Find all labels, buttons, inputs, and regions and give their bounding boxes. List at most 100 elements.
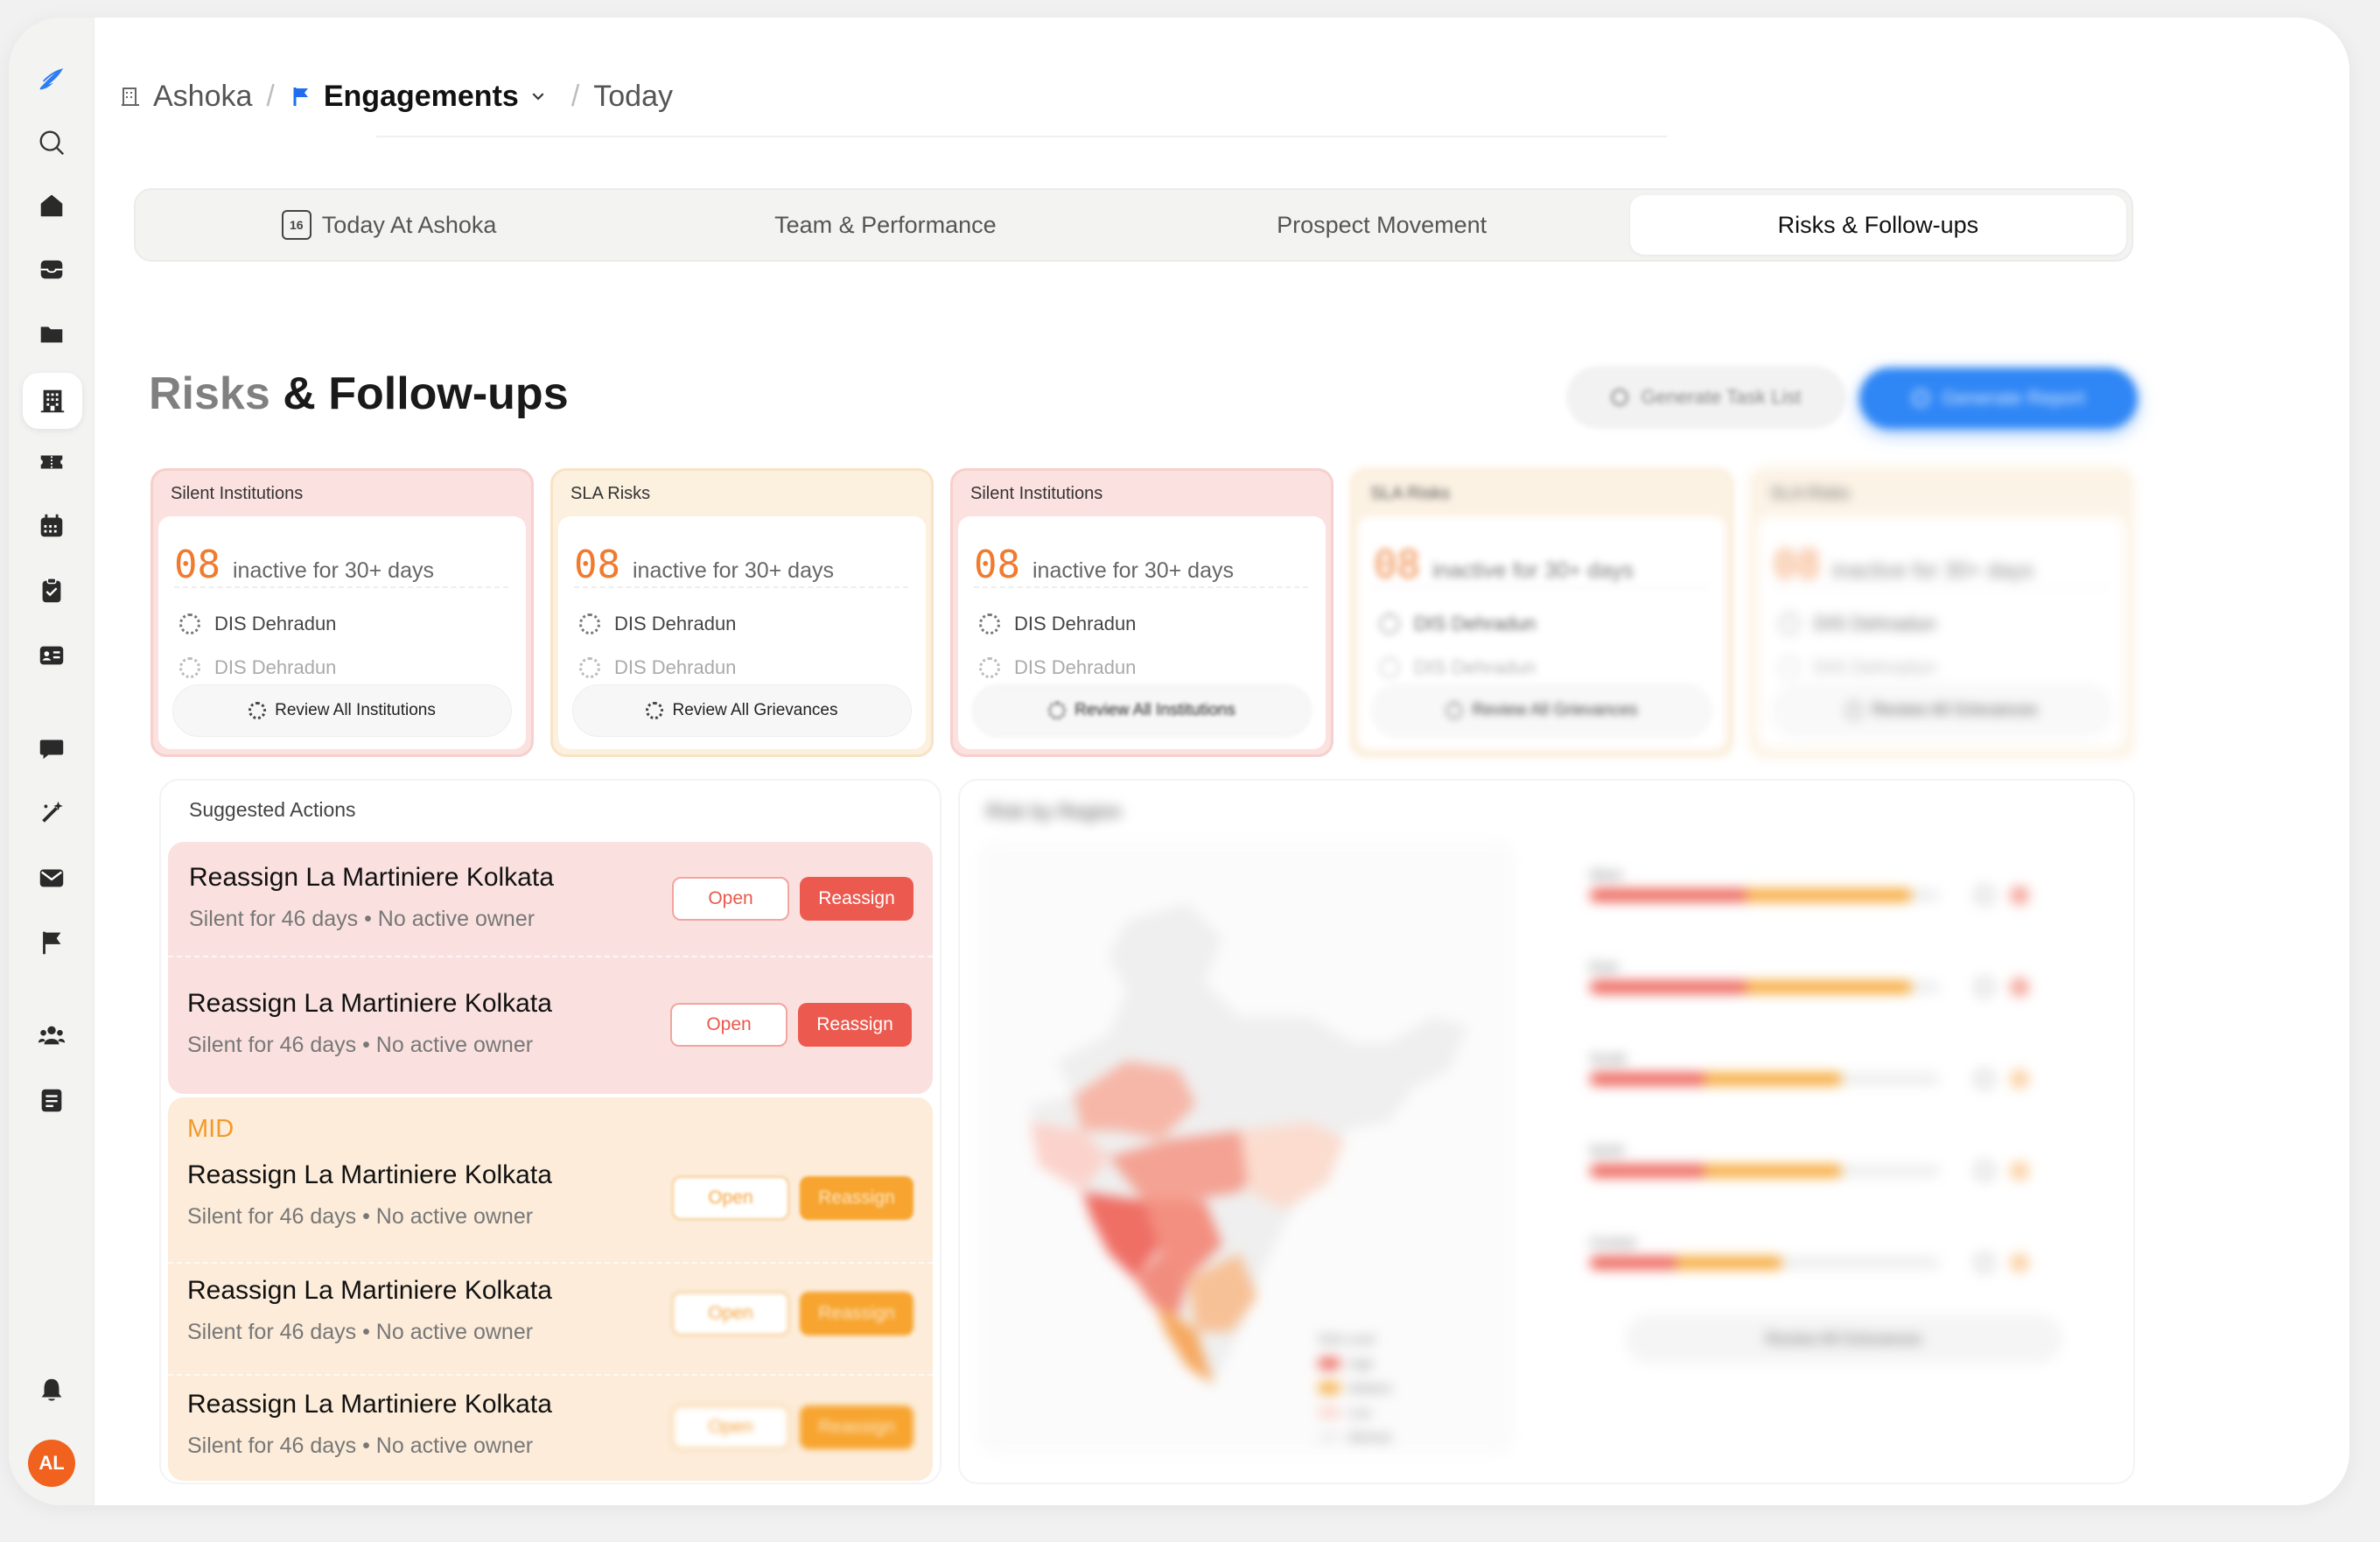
review-all-institutions-button[interactable]: Review All Institutions: [972, 684, 1312, 737]
institution-item[interactable]: DIS Dehradun: [1379, 613, 1536, 635]
mail-icon[interactable]: [32, 858, 72, 898]
risk-card-title: SLA Risks: [570, 483, 651, 503]
home-icon[interactable]: [32, 186, 72, 226]
region-bar-row[interactable]: South: [1590, 1052, 2097, 1113]
clipboard-check-icon[interactable]: [32, 571, 72, 611]
open-button[interactable]: Open: [672, 877, 789, 921]
tab-prospect-movement[interactable]: Prospect Movement: [1134, 195, 1630, 255]
bar-fill-high: [1590, 1165, 1705, 1177]
ticket-icon[interactable]: [32, 442, 72, 482]
review-all-grievances-button[interactable]: Review All Grievances: [1772, 684, 2111, 737]
flag-icon[interactable]: [32, 922, 72, 963]
view-tabs: 16 Today At Ashoka Team & Performance Pr…: [134, 188, 2133, 262]
institution-item[interactable]: DIS Dehradun: [179, 613, 336, 635]
open-button[interactable]: Open: [672, 1292, 789, 1335]
alert-icon[interactable]: [2010, 886, 2029, 905]
institution-item[interactable]: DIS Dehradun: [1779, 656, 1936, 679]
risk-stat: 08 inactive for 30+ days: [174, 543, 508, 588]
generate-task-list-button[interactable]: Generate Task List: [1566, 366, 1846, 429]
contact-card-icon[interactable]: [32, 635, 72, 676]
view-icon[interactable]: [1975, 886, 1994, 905]
review-all-grievances-button[interactable]: Review All Grievances: [1372, 684, 1712, 737]
dots-circle-icon: [646, 702, 664, 719]
open-button[interactable]: Open: [672, 1405, 789, 1449]
search-icon[interactable]: [32, 123, 72, 163]
folder-icon[interactable]: [32, 313, 72, 354]
bell-icon[interactable]: [32, 1370, 72, 1410]
review-all-grievances-button[interactable]: Review All Grievances: [1625, 1314, 2062, 1363]
status-dots-icon: [179, 613, 200, 634]
review-all-grievances-button[interactable]: Review All Grievances: [572, 684, 912, 737]
institution-building-icon[interactable]: [23, 373, 82, 429]
status-dots-icon: [979, 657, 1000, 678]
calendar-day-icon: 16: [281, 210, 312, 240]
institution-item[interactable]: DIS Dehradun: [1779, 613, 1936, 635]
region-bar-row[interactable]: West: [1590, 868, 2097, 929]
institution-item[interactable]: DIS Dehradun: [579, 613, 736, 635]
generate-report-button[interactable]: Generate Report: [1859, 368, 2138, 429]
action-title: Reassign La Martiniere Kolkata: [187, 1160, 552, 1189]
user-avatar[interactable]: AL: [28, 1440, 75, 1487]
risk-stat-text: inactive for 30+ days: [1032, 558, 1234, 583]
region-bar-row[interactable]: Central: [1590, 1236, 2097, 1297]
institution-item[interactable]: DIS Dehradun: [1379, 656, 1536, 679]
calendar-icon[interactable]: [32, 506, 72, 546]
tab-label: Risks & Follow-ups: [1777, 211, 1979, 238]
tab-today-at-ashoka[interactable]: 16 Today At Ashoka: [141, 195, 637, 255]
tab-risks-follow-ups[interactable]: Risks & Follow-ups: [1629, 195, 2126, 255]
risk-count: 08: [1374, 543, 1420, 587]
tab-label: Today At Ashoka: [321, 211, 497, 238]
breadcrumb-section[interactable]: Engagements: [289, 80, 547, 114]
tab-team-performance[interactable]: Team & Performance: [637, 195, 1133, 255]
view-icon[interactable]: [1975, 1253, 1994, 1272]
reassign-button[interactable]: Reassign: [800, 1292, 914, 1335]
reassign-button[interactable]: Reassign: [800, 1405, 914, 1449]
region-bar-row[interactable]: North: [1590, 1144, 2097, 1205]
institution-item[interactable]: DIS Dehradun: [579, 656, 736, 679]
bar-fill-high: [1590, 1257, 1677, 1269]
inbox-icon[interactable]: [32, 249, 72, 290]
reassign-button[interactable]: Reassign: [800, 877, 914, 921]
document-list-icon[interactable]: [32, 1080, 72, 1120]
chat-bubble-icon[interactable]: [32, 728, 72, 768]
legend-label: Low: [1348, 1405, 1371, 1419]
status-dots-icon: [579, 613, 600, 634]
list-item: Reassign La Martiniere Kolkata Silent fo…: [168, 1148, 933, 1264]
reassign-button[interactable]: Reassign: [798, 1003, 912, 1047]
legend-swatch: [1319, 1383, 1340, 1393]
alert-icon[interactable]: [2010, 1069, 2029, 1089]
list-item: Reassign La Martiniere Kolkata Silent fo…: [168, 1374, 933, 1489]
view-icon[interactable]: [1975, 1069, 1994, 1089]
alert-icon[interactable]: [2010, 1161, 2029, 1181]
region-bar-row[interactable]: East: [1590, 960, 2097, 1021]
header-divider: [376, 136, 1667, 137]
view-icon[interactable]: [1975, 978, 1994, 997]
institution-item[interactable]: DIS Dehradun: [179, 656, 336, 679]
view-icon[interactable]: [1975, 1161, 1994, 1181]
chevron-down-icon[interactable]: [529, 88, 547, 105]
map-legend: Risk Level High Medium Low Minimal: [1319, 1332, 1392, 1444]
open-button[interactable]: Open: [670, 1003, 788, 1047]
risk-card-body: 08 inactive for 30+ days DIS Dehradun DI…: [558, 516, 926, 749]
dots-circle-icon: [1446, 702, 1464, 719]
breadcrumb-page: Today: [593, 80, 673, 114]
breadcrumb-org[interactable]: Ashoka: [118, 80, 252, 114]
alert-icon[interactable]: [2010, 978, 2029, 997]
review-all-institutions-button[interactable]: Review All Institutions: [172, 684, 512, 737]
action-subtitle: Silent for 46 days • No active owner: [187, 1033, 534, 1057]
logo-wing-icon[interactable]: [32, 60, 72, 100]
reassign-button[interactable]: Reassign: [800, 1176, 914, 1220]
alert-icon[interactable]: [2010, 1253, 2029, 1272]
risk-card-title: Silent Institutions: [171, 483, 304, 503]
institution-item[interactable]: DIS Dehradun: [979, 656, 1136, 679]
button-label: Review All Institutions: [275, 701, 436, 719]
team-users-icon[interactable]: [32, 1015, 72, 1055]
breadcrumb-separator: /: [266, 79, 275, 113]
status-dots-icon: [1779, 613, 1800, 634]
open-button[interactable]: Open: [672, 1176, 789, 1220]
magic-wand-icon[interactable]: [32, 793, 72, 833]
india-risk-map[interactable]: Risk Level High Medium Low Minimal: [977, 842, 1516, 1454]
institution-item[interactable]: DIS Dehradun: [979, 613, 1136, 635]
high-priority-group: Reassign La Martiniere Kolkata Silent fo…: [168, 842, 933, 1094]
legend-item: Medium: [1319, 1381, 1392, 1395]
